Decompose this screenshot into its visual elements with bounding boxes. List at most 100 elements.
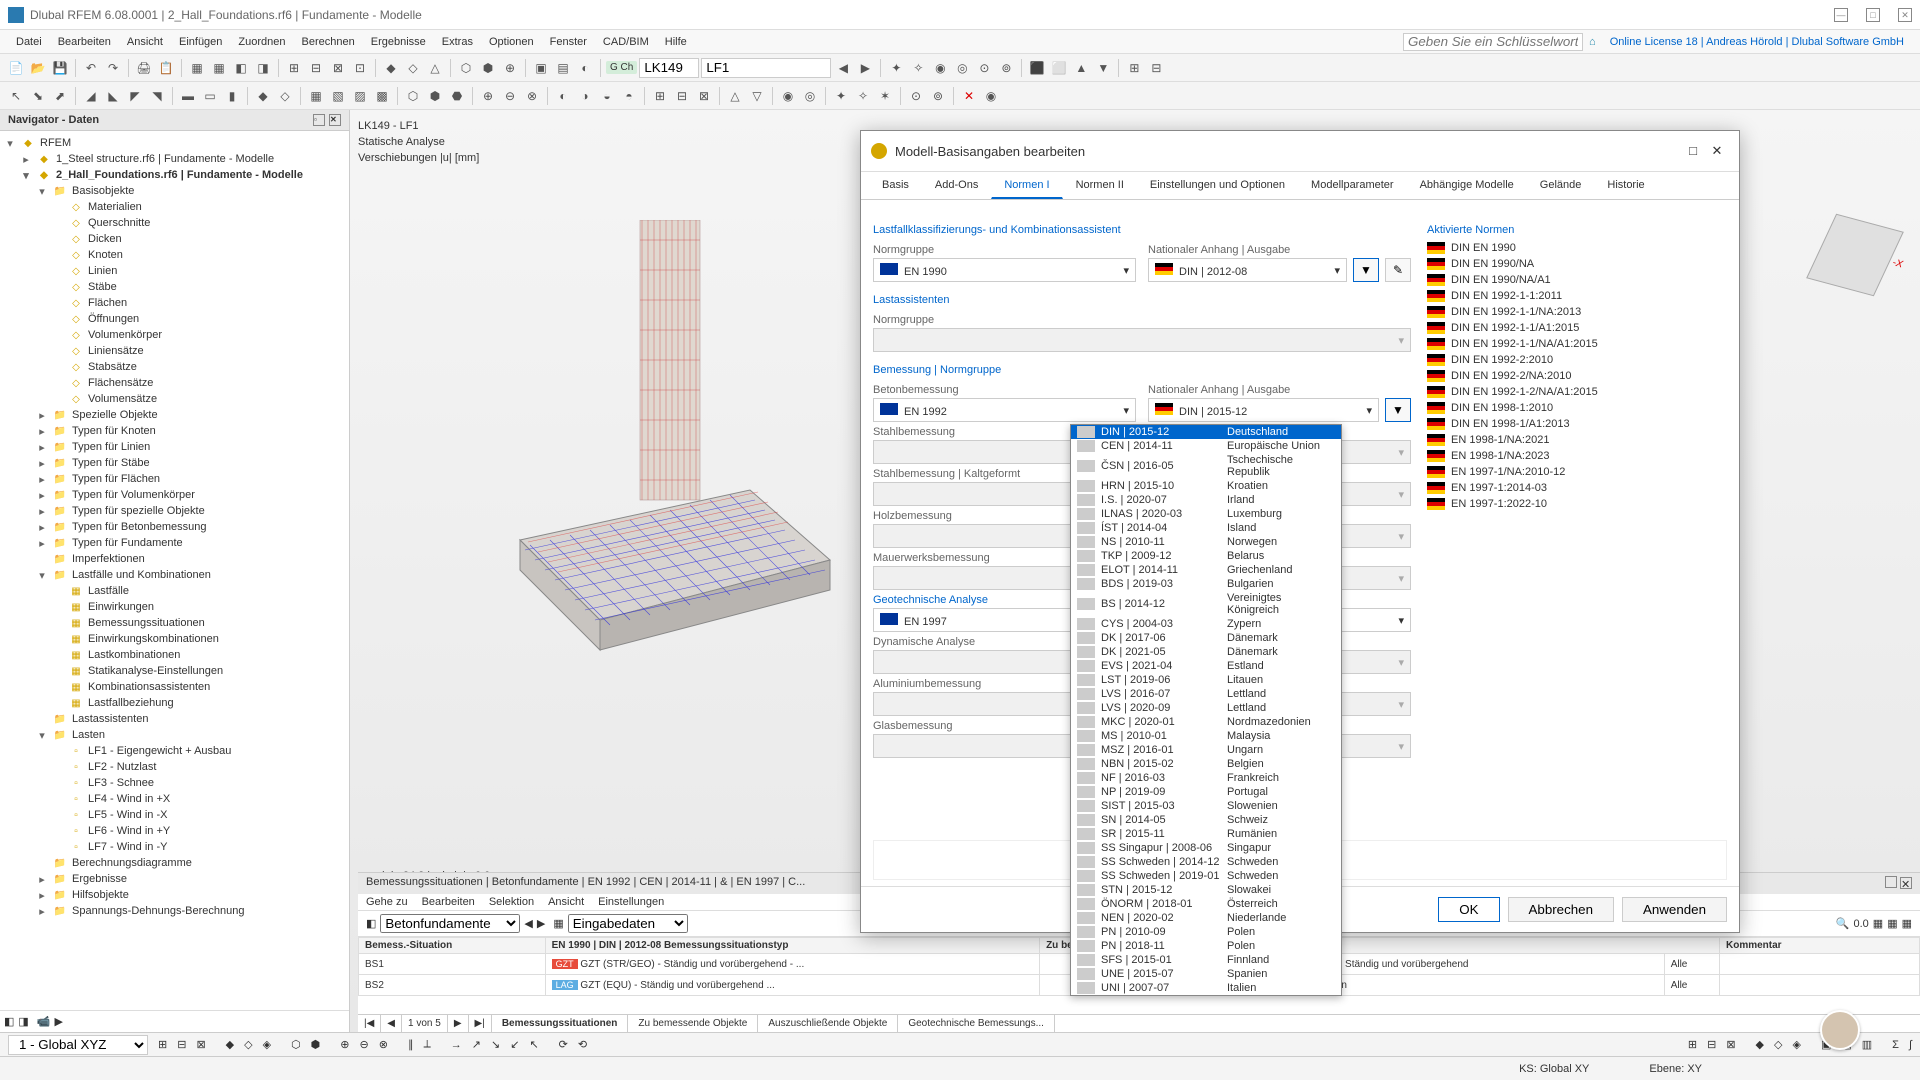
tool-icon[interactable]: ◧ [231,58,251,78]
tree-item[interactable]: ▸📁Typen für Stäbe [4,455,345,471]
redo-icon[interactable]: ↷ [103,58,123,78]
tool-icon[interactable]: ↖ [529,1038,538,1051]
tab-normen1[interactable]: Normen I [991,172,1062,199]
tree-item[interactable]: 📁Imperfektionen [4,551,345,567]
tool-icon[interactable]: ◆ [1756,1038,1764,1051]
next-icon[interactable]: ▶ [448,1015,469,1032]
tool-icon[interactable]: ⬣ [447,86,467,106]
tool-icon[interactable]: ▬ [178,86,198,106]
tree-item[interactable]: ◇Querschnitte [4,215,345,231]
dropdown-option[interactable]: SR | 2015-11Rumänien [1071,827,1341,841]
tool-icon[interactable]: ▮ [222,86,242,106]
tool-icon[interactable]: ▦ [306,86,326,106]
tree-item[interactable]: ◇Volumensätze [4,391,345,407]
user-avatar[interactable] [1820,1010,1860,1050]
dropdown-option[interactable]: SIST | 2015-03Slowenien [1071,799,1341,813]
tree-item[interactable]: ▸📁Typen für Betonbemessung [4,519,345,535]
tool-icon[interactable]: ◇ [403,58,423,78]
tool-icon[interactable]: ▣ [531,58,551,78]
dropdown-option[interactable]: NF | 2016-03Frankreich [1071,771,1341,785]
tool-icon[interactable]: ✶ [875,86,895,106]
menu-extras[interactable]: Extras [434,34,481,50]
dropdown-option[interactable]: LVS | 2016-07Lettland [1071,687,1341,701]
tree-item[interactable]: ▦Einwirkungen [4,599,345,615]
filter-button[interactable]: ▼ [1385,398,1411,422]
tree-item[interactable]: ◇Dicken [4,231,345,247]
tree-item[interactable]: ▫LF2 - Nutzlast [4,759,345,775]
tree-item[interactable]: ▦Lastfälle [4,583,345,599]
tool-icon[interactable]: ⟳ [559,1038,568,1051]
dropdown-option[interactable]: CYS | 2004-03Zypern [1071,617,1341,631]
tool-icon[interactable]: ⬜ [1049,58,1069,78]
prev-icon[interactable]: ◀ [833,58,853,78]
tool-icon[interactable]: ⊞ [1688,1038,1697,1051]
search-input[interactable] [1403,33,1583,51]
tab-bemessung[interactable]: Bemessungssituationen [492,1015,629,1032]
dropdown-option[interactable]: BS | 2014-12Vereinigtes Königreich [1071,591,1341,617]
prev-icon[interactable]: ◀ [524,917,532,930]
tool-icon[interactable]: ◆ [226,1038,234,1051]
tool-icon[interactable]: ◎ [952,58,972,78]
dropdown-option[interactable]: MS | 2010-01Malaysia [1071,729,1341,743]
tree-item[interactable]: ◇Volumenkörper [4,327,345,343]
dropdown-option[interactable]: UNI | 2007-07Italien [1071,981,1341,995]
home-icon[interactable]: ⌂ [1583,36,1602,48]
tool-icon[interactable]: ⬢ [311,1038,321,1051]
dropdown-option[interactable]: LST | 2019-06Litauen [1071,673,1341,687]
tool-icon[interactable]: ⊚ [996,58,1016,78]
menu-ansicht[interactable]: Ansicht [119,34,171,50]
national-annex-dropdown[interactable]: DIN | 2015-12DeutschlandCEN | 2014-11Eur… [1070,424,1342,996]
category-select[interactable]: Betonfundamente [380,914,520,933]
menu-fenster[interactable]: Fenster [542,34,595,50]
tool-icon[interactable]: ⬡ [403,86,423,106]
tool-icon[interactable]: ⊖ [500,86,520,106]
menu-einstellungen[interactable]: Einstellungen [598,896,664,908]
nav-mode-icon[interactable]: 📹 [37,1015,51,1028]
dropdown-option[interactable]: SS Singapur | 2008-06Singapur [1071,841,1341,855]
tab-normen2[interactable]: Normen II [1063,172,1137,199]
close-panel-icon[interactable]: ✕ [329,114,341,126]
tool-icon[interactable]: ▥ [1862,1038,1872,1051]
tool-icon[interactable]: ▦ [1873,917,1883,930]
tab-historie[interactable]: Historie [1594,172,1657,199]
nav-cube[interactable]: -X [1806,214,1904,297]
pin-icon[interactable] [1885,876,1897,888]
tool-icon[interactable]: ✦ [831,86,851,106]
tree-item[interactable]: ◇Stabsätze [4,359,345,375]
new-icon[interactable]: 📄 [6,58,26,78]
tree-item[interactable]: ▫LF1 - Eigengewicht + Ausbau [4,743,345,759]
tree-item[interactable]: ▦Lastkombinationen [4,647,345,663]
tool-icon[interactable]: ◒ [597,86,617,106]
apply-button[interactable]: Anwenden [1622,897,1727,922]
tool-icon[interactable]: ◇ [244,1038,252,1051]
tool-icon[interactable]: ◣ [103,86,123,106]
norm-item[interactable]: DIN EN 1992-2/NA:2010 [1427,368,1727,384]
dropdown-option[interactable]: ÍST | 2014-04Island [1071,521,1341,535]
tool-icon[interactable]: ▲ [1071,58,1091,78]
tool-icon[interactable]: ⊕ [500,58,520,78]
tool-icon[interactable]: ◉ [778,86,798,106]
tool-icon[interactable]: ⊟ [672,86,692,106]
norm-item[interactable]: DIN EN 1992-1-2/NA/A1:2015 [1427,384,1727,400]
cancel-icon[interactable]: ✕ [959,86,979,106]
norm-item[interactable]: EN 1998-1/NA:2021 [1427,432,1727,448]
dropdown-option[interactable]: MSZ | 2016-01Ungarn [1071,743,1341,757]
navigator-tree[interactable]: ▾◆RFEM▸◆1_Steel structure.rf6 | Fundamen… [0,131,349,1010]
dropdown-option[interactable]: TKP | 2009-12Belarus [1071,549,1341,563]
menu-berechnen[interactable]: Berechnen [294,34,363,50]
tool-icon[interactable]: ⊞ [1124,58,1144,78]
active-norms-list[interactable]: DIN EN 1990DIN EN 1990/NADIN EN 1990/NA/… [1427,240,1727,512]
tool-icon[interactable]: ⊠ [694,86,714,106]
beton-anhang-select[interactable]: DIN | 2015-12▾ [1148,398,1379,422]
tool-icon[interactable]: ⊗ [379,1038,388,1051]
tool-icon[interactable]: ◈ [263,1038,271,1051]
dropdown-option[interactable]: ELOT | 2014-11Griechenland [1071,563,1341,577]
tree-item[interactable]: ▾◆2_Hall_Foundations.rf6 | Fundamente - … [4,167,345,183]
menu-cadbim[interactable]: CAD/BIM [595,34,657,50]
dropdown-option[interactable]: DK | 2017-06Dänemark [1071,631,1341,645]
next-icon[interactable]: ▶ [855,58,875,78]
menu-datei[interactable]: Datei [8,34,50,50]
tool-icon[interactable]: ⬛ [1027,58,1047,78]
undo-icon[interactable]: ↶ [81,58,101,78]
tool-icon[interactable]: ⊖ [360,1038,369,1051]
